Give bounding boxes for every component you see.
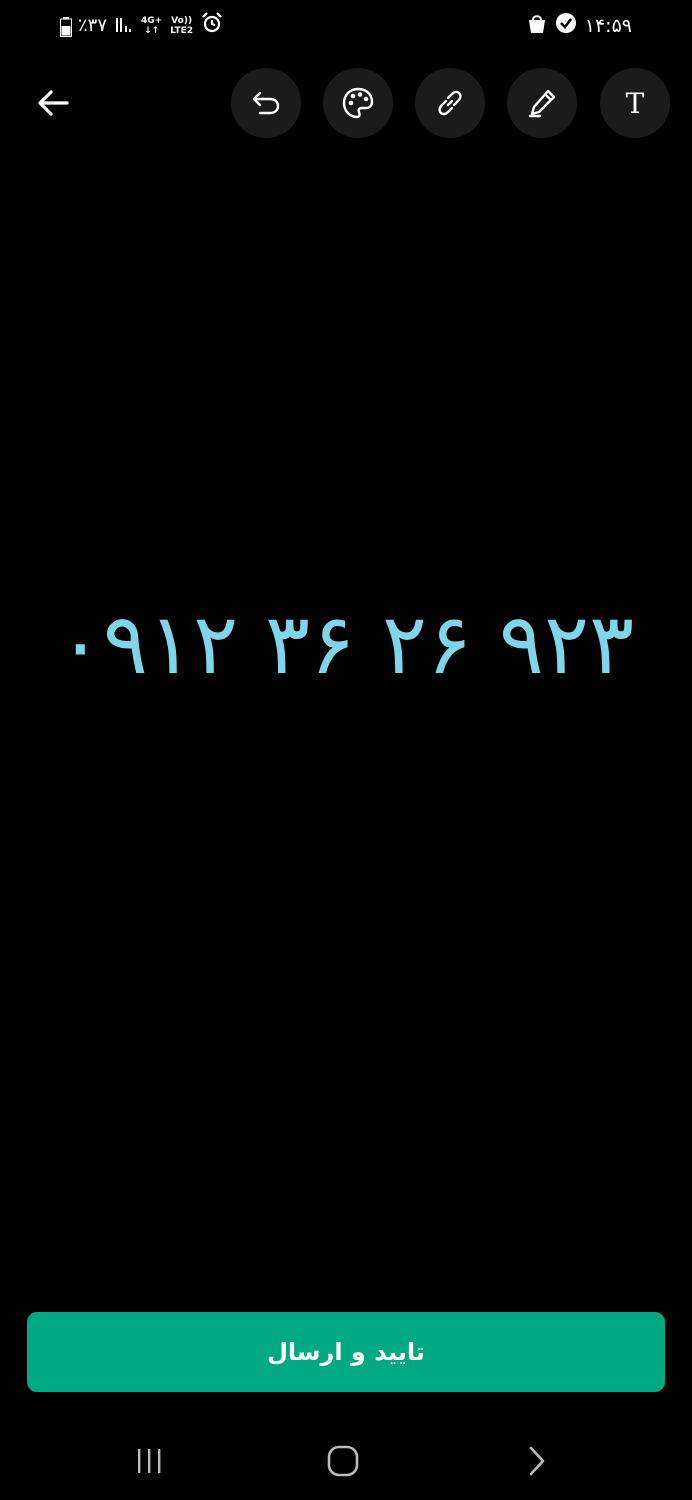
pen-icon <box>528 89 556 118</box>
clock-time: ۱۴:۵۹ <box>584 14 632 37</box>
home-icon <box>327 1445 359 1477</box>
palette-button[interactable] <box>323 68 393 138</box>
confirm-send-button[interactable]: تایید و ارسال <box>27 1312 665 1392</box>
drawing-canvas[interactable]: ۰۹۱۲ ۳۶ ۲۶ ۹۲۳ <box>0 150 692 1290</box>
undo-icon <box>252 91 280 115</box>
battery-level: ٪۳۷ <box>78 15 108 36</box>
network-type-icon: 4G+ ↓↑ <box>141 16 162 36</box>
link-icon <box>438 90 462 116</box>
text-icon: T <box>625 86 645 120</box>
shopping-bag-icon <box>527 12 547 39</box>
back-button[interactable] <box>30 80 76 126</box>
nav-back-icon <box>529 1446 545 1476</box>
arrow-left-icon <box>38 90 69 116</box>
status-right: ۱۴:۵۹ <box>527 12 632 39</box>
battery-icon <box>60 16 72 37</box>
signal-icon <box>115 14 133 37</box>
link-button[interactable] <box>415 68 485 138</box>
text-button[interactable]: T <box>600 68 670 138</box>
data-arrows-icon: ↓↑ <box>144 25 160 36</box>
recents-button[interactable] <box>135 1446 165 1480</box>
canvas-text[interactable]: ۰۹۱۲ ۳۶ ۲۶ ۹۲۳ <box>0 595 692 693</box>
nav-back-button[interactable] <box>525 1445 549 1481</box>
status-left: ٪۳۷ 4G+ ↓↑ Vo)) LTE2 <box>60 12 223 39</box>
volte-label: Vo)) <box>171 15 193 26</box>
editor-toolbar: T <box>0 66 692 138</box>
recents-icon <box>138 1449 161 1473</box>
undo-button[interactable] <box>231 68 301 138</box>
status-bar: ٪۳۷ 4G+ ↓↑ Vo)) LTE2 ۱۴:۵۹ <box>0 0 692 56</box>
system-nav-bar <box>0 1420 692 1500</box>
lte-label: LTE2 <box>170 25 194 36</box>
shield-check-icon <box>555 12 577 39</box>
network-top-label: 4G+ <box>141 15 163 26</box>
volte-icon: Vo)) LTE2 <box>170 16 193 36</box>
home-button[interactable] <box>326 1444 360 1482</box>
pen-button[interactable] <box>507 68 577 138</box>
palette-icon <box>342 87 374 119</box>
alarm-icon <box>201 12 223 39</box>
